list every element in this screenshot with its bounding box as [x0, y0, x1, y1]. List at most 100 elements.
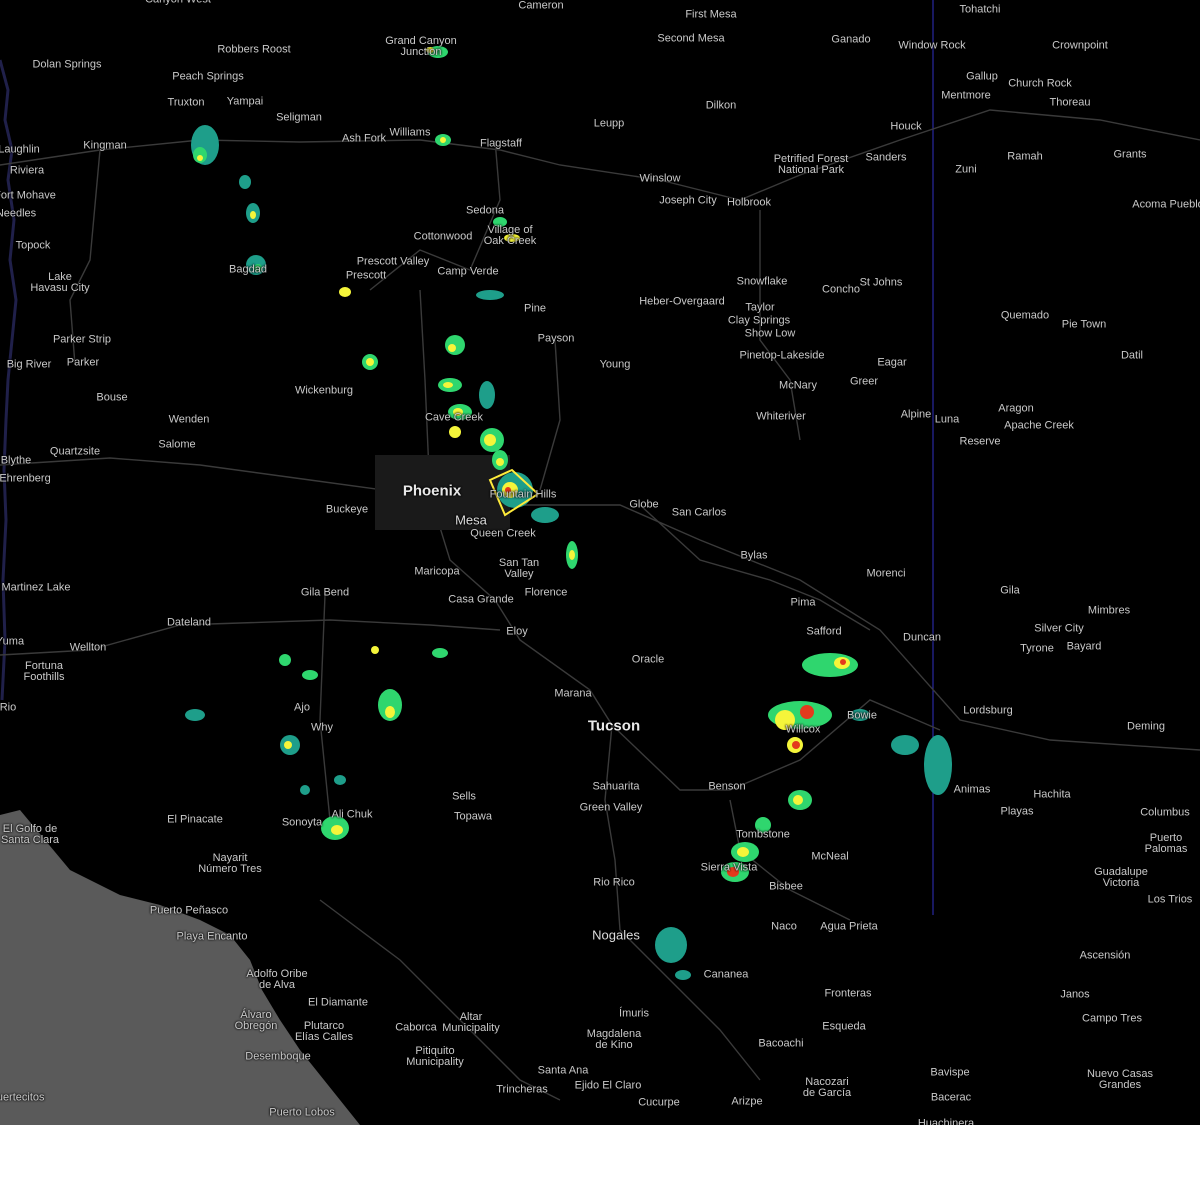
place-label-luna: Luna	[934, 413, 960, 426]
place-label-reserve: Reserve	[959, 435, 1001, 448]
place-label-bisbee: Bisbee	[769, 880, 803, 893]
place-label-young: Young	[599, 358, 631, 371]
place-label-aragon: Aragon	[998, 402, 1034, 415]
place-label-mentmore: Mentmore	[941, 89, 991, 102]
place-label-canyon-west: Canyon West	[145, 0, 211, 6]
place-label-sanders: Sanders	[865, 151, 907, 164]
place-label-st-johns: St Johns	[859, 276, 903, 289]
place-label-casa-grande: Casa Grande	[448, 593, 514, 606]
place-label-dilkon: Dilkon	[705, 99, 737, 112]
place-label-pitiquito: Pitiquito Municipality	[406, 1045, 464, 1068]
place-label-gila-bend: Gila Bend	[300, 586, 350, 599]
place-label-bowie: Bowie	[847, 709, 877, 722]
place-label-tombstone: Tombstone	[736, 828, 790, 841]
place-label-lordsburg: Lordsburg	[963, 704, 1013, 717]
place-label-imuris: Ímuris	[619, 1007, 649, 1020]
place-label-church-rock: Church Rock	[1008, 77, 1072, 90]
place-label-thoreau: Thoreau	[1049, 96, 1091, 109]
place-label-maricopa: Maricopa	[414, 565, 460, 578]
place-label-bacerac: Bacerac	[930, 1091, 972, 1104]
place-label-puerto-penasco: Puerto Peñasco	[149, 904, 229, 917]
place-label-green-valley: Green Valley	[579, 801, 643, 814]
place-label-blythe: Blythe	[0, 454, 32, 467]
place-label-salome: Salome	[158, 438, 196, 451]
place-label-dolan-springs: Dolan Springs	[32, 58, 102, 71]
place-label-rio: Rio	[0, 701, 17, 714]
place-label-tohatchi: Tohatchi	[959, 3, 1001, 16]
place-label-joseph-city: Joseph City	[659, 194, 717, 207]
place-label-bouse: Bouse	[96, 391, 128, 404]
place-label-quemado: Quemado	[1000, 309, 1050, 322]
place-label-alvaro-obregon: Álvaro Obregón	[234, 1009, 278, 1032]
place-label-show-low: Show Low	[744, 327, 796, 340]
place-label-puerto-palomas: Puerto Palomas	[1144, 832, 1188, 855]
place-label-first-mesa: First Mesa	[685, 8, 737, 21]
place-label-houck: Houck	[890, 120, 922, 133]
place-label-fronteras: Fronteras	[824, 987, 872, 1000]
place-label-puertecitos: Puertecitos	[0, 1091, 45, 1104]
place-label-benson: Benson	[708, 780, 746, 793]
place-label-fort-mohave: Fort Mohave	[0, 189, 56, 202]
place-label-bylas: Bylas	[740, 549, 768, 562]
place-label-caborca: Caborca	[395, 1021, 437, 1034]
place-label-payson: Payson	[537, 332, 575, 345]
place-label-nogales: Nogales	[592, 927, 640, 943]
place-label-topawa: Topawa	[454, 810, 492, 823]
place-label-nuevo-casas-grandes: Nuevo Casas Grandes	[1086, 1068, 1154, 1091]
place-label-arizpe: Arizpe	[731, 1095, 763, 1108]
place-label-village-of-oak-creek: Village of Oak Creek	[483, 224, 537, 247]
place-label-phoenix: Phoenix	[402, 482, 462, 500]
place-label-sierra-vista: Sierra Vista	[700, 861, 758, 874]
place-label-gallup: Gallup	[966, 70, 998, 83]
place-label-gila: Gila	[1000, 584, 1020, 597]
place-label-cameron: Cameron	[518, 0, 564, 12]
place-label-safford: Safford	[806, 625, 842, 638]
place-label-santa-ana: Santa Ana	[537, 1064, 589, 1077]
place-label-sonoyta: Sonoyta	[281, 816, 323, 829]
place-label-grand-canyon-junction: Grand Canyon Junction	[385, 35, 457, 58]
place-label-playas: Playas	[1000, 805, 1034, 818]
place-label-winslow: Winslow	[639, 172, 681, 185]
place-label-magdalena: Magdalena de Kino	[586, 1028, 642, 1051]
place-label-rio-rico: Rio Rico	[593, 876, 635, 889]
place-label-prescott-valley: Prescott Valley	[356, 255, 430, 268]
place-label-globe: Globe	[629, 498, 659, 511]
place-label-greer: Greer	[849, 375, 879, 388]
place-label-silver-city: Silver City	[1034, 622, 1084, 635]
place-label-williams: Williams	[389, 126, 431, 139]
place-label-clay-springs: Clay Springs	[727, 314, 791, 327]
place-label-lake-havasu-city: Lake Havasu City	[30, 271, 90, 294]
place-label-sedona: Sedona	[466, 204, 504, 217]
place-label-janos: Janos	[1060, 988, 1090, 1001]
place-label-altar-municipality: Altar Municipality	[442, 1011, 500, 1034]
place-label-ascension: Ascensión	[1079, 949, 1131, 962]
place-label-kingman: Kingman	[83, 139, 127, 152]
place-label-trincheras: Trincheras	[496, 1083, 548, 1096]
place-label-eloy: Eloy	[506, 625, 528, 638]
place-label-wickenburg: Wickenburg	[294, 384, 354, 397]
place-label-wenden: Wenden	[168, 413, 210, 426]
place-label-tyrone: Tyrone	[1020, 642, 1054, 655]
place-label-sahuarita: Sahuarita	[592, 780, 640, 793]
place-label-marana: Marana	[554, 687, 592, 700]
place-label-wellton: Wellton	[69, 641, 107, 654]
place-label-los-trios: Los Trios	[1147, 893, 1193, 906]
place-label-puerto-lobos: Puerto Lobos	[269, 1106, 335, 1119]
place-label-nacozari: Nacozari de García	[802, 1076, 852, 1099]
place-label-nayarit: Nayarit Número Tres	[198, 852, 262, 875]
place-label-mcneal: McNeal	[811, 850, 849, 863]
radar-echoes	[185, 46, 952, 980]
place-label-zuni: Zuni	[955, 163, 977, 176]
place-label-sells: Sells	[452, 790, 476, 803]
place-label-apache-creek: Apache Creek	[1004, 419, 1074, 432]
radar-map[interactable]: Cameron Tohatchi Canyon West First Mesa Seco…	[0, 0, 1200, 1125]
place-label-why: Why	[311, 721, 333, 734]
place-label-tucson: Tucson	[587, 717, 641, 735]
place-label-buckeye: Buckeye	[325, 503, 369, 516]
place-label-el-pinacate: El Pinacate	[167, 813, 223, 826]
place-label-cave-creek: Cave Creek	[424, 411, 484, 424]
place-label-whiteriver: Whiteriver	[756, 410, 806, 423]
place-label-ramah: Ramah	[1007, 150, 1043, 163]
place-label-pine: Pine	[523, 302, 547, 315]
place-label-mimbres: Mimbres	[1087, 604, 1131, 617]
